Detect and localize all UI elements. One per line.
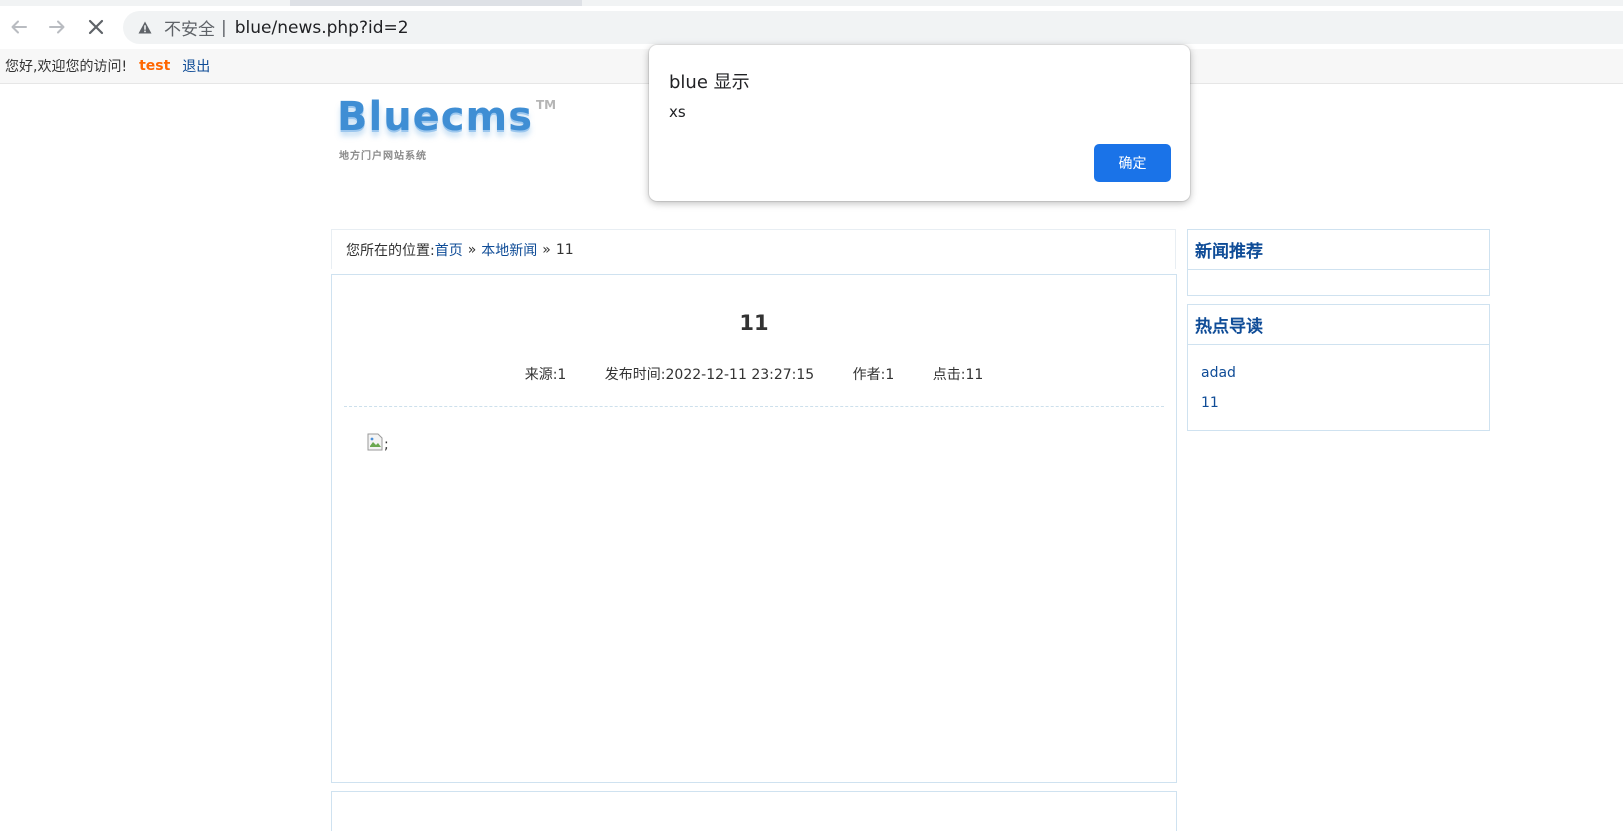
- logo-tagline: 地方门户网站系统: [339, 151, 427, 162]
- ok-button[interactable]: 确定: [1094, 144, 1171, 182]
- alert-dialog: blue 显示 xs 确定: [649, 45, 1190, 201]
- security-label[interactable]: 不安全: [164, 15, 215, 40]
- comment-panel: [331, 791, 1177, 831]
- username-link[interactable]: test: [139, 58, 170, 74]
- hot-list-item[interactable]: adad: [1201, 365, 1236, 381]
- warning-icon[interactable]: [137, 20, 153, 36]
- arrow-right-icon: [49, 20, 65, 34]
- sidebar-hot-box: 热点导读 adad 11: [1187, 304, 1490, 431]
- broken-image-alt: ;: [384, 437, 389, 453]
- hot-heading: 热点导读: [1188, 305, 1489, 345]
- breadcrumb-separator: »: [467, 241, 477, 258]
- close-icon: [88, 19, 104, 35]
- breadcrumb-label: 您所在的位置:: [346, 242, 435, 259]
- breadcrumb-current: 11: [555, 241, 574, 258]
- dialog-title: blue 显示: [669, 72, 750, 93]
- breadcrumb: 您所在的位置: 首页 » 本地新闻 » 11: [331, 229, 1176, 269]
- stop-loading-button[interactable]: [81, 12, 111, 42]
- article-divider: [344, 406, 1164, 407]
- arrow-left-icon: [11, 20, 27, 34]
- article-panel: 11 来源:1 发布时间:2022-12-11 23:27:15 作者:1 点击…: [331, 274, 1177, 783]
- welcome-text: 您好,欢迎您的访问!: [5, 59, 128, 75]
- logo-trademark: TM: [536, 98, 557, 112]
- browser-toolbar: 不安全 | blue/news.php?id=2: [0, 6, 1623, 49]
- logo-wordmark: Bluecms: [337, 94, 534, 140]
- security-separator: |: [221, 17, 227, 38]
- article-meta: 来源:1 发布时间:2022-12-11 23:27:15 作者:1 点击:11: [332, 364, 1176, 384]
- article-author: 作者:1: [852, 367, 895, 383]
- article-title: 11: [739, 311, 769, 335]
- logout-link[interactable]: 退出: [182, 56, 210, 76]
- article-clicks: 点击:11: [932, 367, 984, 383]
- site-logo[interactable]: Bluecms TM 地方门户网站系统: [337, 94, 567, 164]
- article-source: 来源:1: [524, 367, 567, 383]
- dialog-message: xs: [669, 103, 686, 121]
- address-bar[interactable]: 不安全 | blue/news.php?id=2: [123, 11, 1623, 44]
- breadcrumb-category-link[interactable]: 本地新闻: [481, 240, 537, 260]
- hot-list-item[interactable]: 11: [1201, 395, 1219, 411]
- breadcrumb-home-link[interactable]: 首页: [435, 240, 463, 260]
- broken-image-icon: [367, 433, 383, 451]
- breadcrumb-separator: »: [542, 241, 551, 258]
- back-button[interactable]: [4, 12, 34, 42]
- url-text[interactable]: blue/news.php?id=2: [235, 18, 409, 38]
- forward-button[interactable]: [42, 12, 72, 42]
- recommend-heading: 新闻推荐: [1188, 230, 1489, 270]
- broken-image: ;: [367, 433, 391, 455]
- article-publish-time: 发布时间:2022-12-11 23:27:15: [604, 367, 815, 383]
- sidebar-recommend-box: 新闻推荐: [1187, 229, 1490, 296]
